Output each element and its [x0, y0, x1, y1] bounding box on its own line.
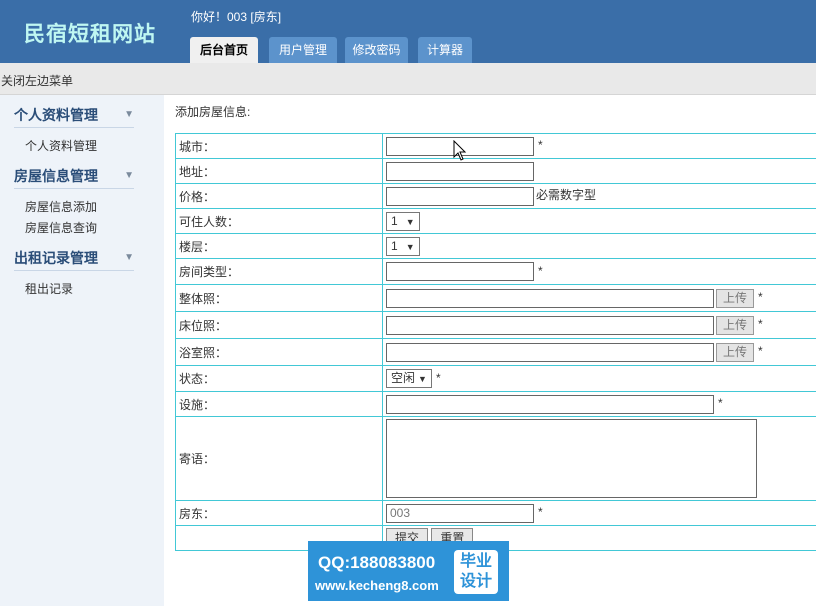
watermark-banner: QQ:188083800 www.kecheng8.com 毕业 设计	[308, 541, 509, 601]
form-row-bed-photo: 床位照： 上传 *	[175, 311, 816, 339]
sidebar-item-house-query[interactable]: 房屋信息查询	[25, 219, 97, 236]
required-mark: *	[758, 290, 763, 305]
sidebar-item-profile[interactable]: 个人资料管理	[25, 137, 97, 154]
form-row-city: 城市： *	[175, 133, 816, 159]
price-hint: 必需数字型	[536, 188, 597, 203]
form-row-price: 价格： 必需数字型	[175, 183, 816, 209]
bath-photo-input[interactable]	[386, 342, 714, 362]
address-label: 地址：	[175, 158, 383, 184]
floor-label: 楼层：	[175, 233, 383, 259]
whole-photo-upload-button[interactable]: 上传	[716, 288, 754, 308]
menu-toggle-bar: 关闭左边菜单	[0, 63, 816, 95]
whole-photo-label: 整体照：	[175, 284, 383, 312]
landlord-label: 房东：	[175, 500, 383, 526]
required-mark: *	[758, 344, 763, 359]
capacity-label: 可住人数：	[175, 208, 383, 234]
mouse-cursor-icon	[453, 140, 467, 161]
message-textarea[interactable]	[386, 419, 757, 498]
user-greeting: 你好！003 [房东]	[191, 10, 282, 24]
bed-photo-input[interactable]	[386, 315, 714, 335]
watermark-qq: QQ:188083800	[318, 553, 436, 572]
facilities-label: 设施：	[175, 391, 383, 417]
tab-user-management[interactable]: 用户管理	[269, 37, 337, 63]
landlord-input[interactable]	[386, 503, 534, 523]
required-mark: *	[758, 317, 763, 332]
sidebar-group-title: 个人资料管理	[14, 107, 98, 123]
top-header: 民宿短租网站 你好！003 [房东] 后台首页 用户管理 修改密码 计算器	[0, 0, 816, 63]
capacity-selected-value: 1	[391, 213, 398, 228]
sidebar-group-house[interactable]: 房屋信息管理 ▼	[14, 164, 134, 189]
tab-calculator[interactable]: 计算器	[418, 37, 472, 63]
whole-photo-input[interactable]	[386, 288, 714, 308]
capacity-select[interactable]: 1 ▼	[386, 211, 420, 231]
required-mark: *	[538, 263, 543, 278]
address-input[interactable]	[386, 161, 534, 181]
required-mark: *	[435, 370, 441, 385]
page-title: 添加房屋信息:	[175, 105, 251, 119]
tab-change-password[interactable]: 修改密码	[345, 37, 408, 63]
room-type-label: 房间类型：	[175, 258, 383, 285]
sidebar-group-profile[interactable]: 个人资料管理 ▼	[14, 103, 134, 128]
price-label: 价格：	[175, 183, 383, 209]
form-row-room-type: 房间类型： *	[175, 258, 816, 285]
watermark-badge: 毕业 设计	[454, 550, 498, 594]
form-row-whole-photo: 整体照： 上传 *	[175, 284, 816, 312]
bed-photo-label: 床位照：	[175, 311, 383, 339]
city-label: 城市：	[175, 133, 383, 159]
bed-photo-upload-button[interactable]: 上传	[716, 315, 754, 335]
form-row-message: 寄语：	[175, 416, 816, 501]
sidebar: 个人资料管理 ▼ 个人资料管理 房屋信息管理 ▼ 房屋信息添加 房屋信息查询 出…	[0, 95, 164, 606]
chevron-down-icon: ▼	[124, 252, 134, 263]
house-form-table: 城市： * 地址： 价格： 必需数字型 可住人数： 1 ▼ 楼层： 1 ▼ 房间类型…	[175, 133, 816, 551]
site-logo: 民宿短租网站	[24, 23, 156, 46]
bath-photo-upload-button[interactable]: 上传	[716, 342, 754, 362]
chevron-down-icon: ▼	[124, 109, 134, 120]
status-select[interactable]: 空闲 ▼	[386, 369, 432, 388]
floor-select[interactable]: 1 ▼	[386, 236, 420, 256]
watermark-badge-line1: 毕业	[459, 553, 492, 570]
required-mark: *	[538, 505, 543, 520]
form-row-address: 地址：	[175, 158, 816, 184]
form-row-facilities: 设施： *	[175, 391, 816, 417]
form-row-bath-photo: 浴室照： 上传 *	[175, 338, 816, 366]
required-mark: *	[718, 396, 723, 411]
status-label: 状态：	[175, 365, 383, 392]
bath-photo-label: 浴室照：	[175, 338, 383, 366]
sidebar-group-title: 房屋信息管理	[14, 168, 98, 184]
sidebar-group-rental[interactable]: 出租记录管理 ▼	[14, 246, 134, 271]
form-row-floor: 楼层： 1 ▼	[175, 233, 816, 259]
required-mark: *	[538, 138, 543, 153]
form-row-status: 状态： 空闲 ▼ *	[175, 365, 816, 392]
chevron-down-icon: ▼	[124, 170, 134, 181]
sidebar-item-house-add[interactable]: 房屋信息添加	[25, 198, 97, 215]
sidebar-group-title: 出租记录管理	[14, 250, 98, 266]
facilities-input[interactable]	[386, 394, 714, 414]
watermark-url: www.kecheng8.com	[315, 578, 439, 593]
price-input[interactable]	[386, 186, 534, 206]
form-row-capacity: 可住人数： 1 ▼	[175, 208, 816, 234]
room-type-input[interactable]	[386, 262, 534, 281]
status-selected-value: 空闲	[391, 371, 416, 385]
close-left-menu-link[interactable]: 关闭左边菜单	[1, 72, 73, 89]
form-row-landlord: 房东： *	[175, 500, 816, 526]
sidebar-item-rental-records[interactable]: 租出记录	[25, 280, 73, 297]
dropdown-arrow-icon: ▼	[405, 216, 415, 227]
dropdown-arrow-icon: ▼	[405, 241, 415, 252]
tab-home[interactable]: 后台首页	[190, 37, 258, 63]
message-label: 寄语：	[175, 416, 383, 501]
floor-selected-value: 1	[391, 238, 398, 253]
dropdown-arrow-icon: ▼	[418, 374, 427, 384]
watermark-badge-line2: 设计	[459, 573, 492, 590]
